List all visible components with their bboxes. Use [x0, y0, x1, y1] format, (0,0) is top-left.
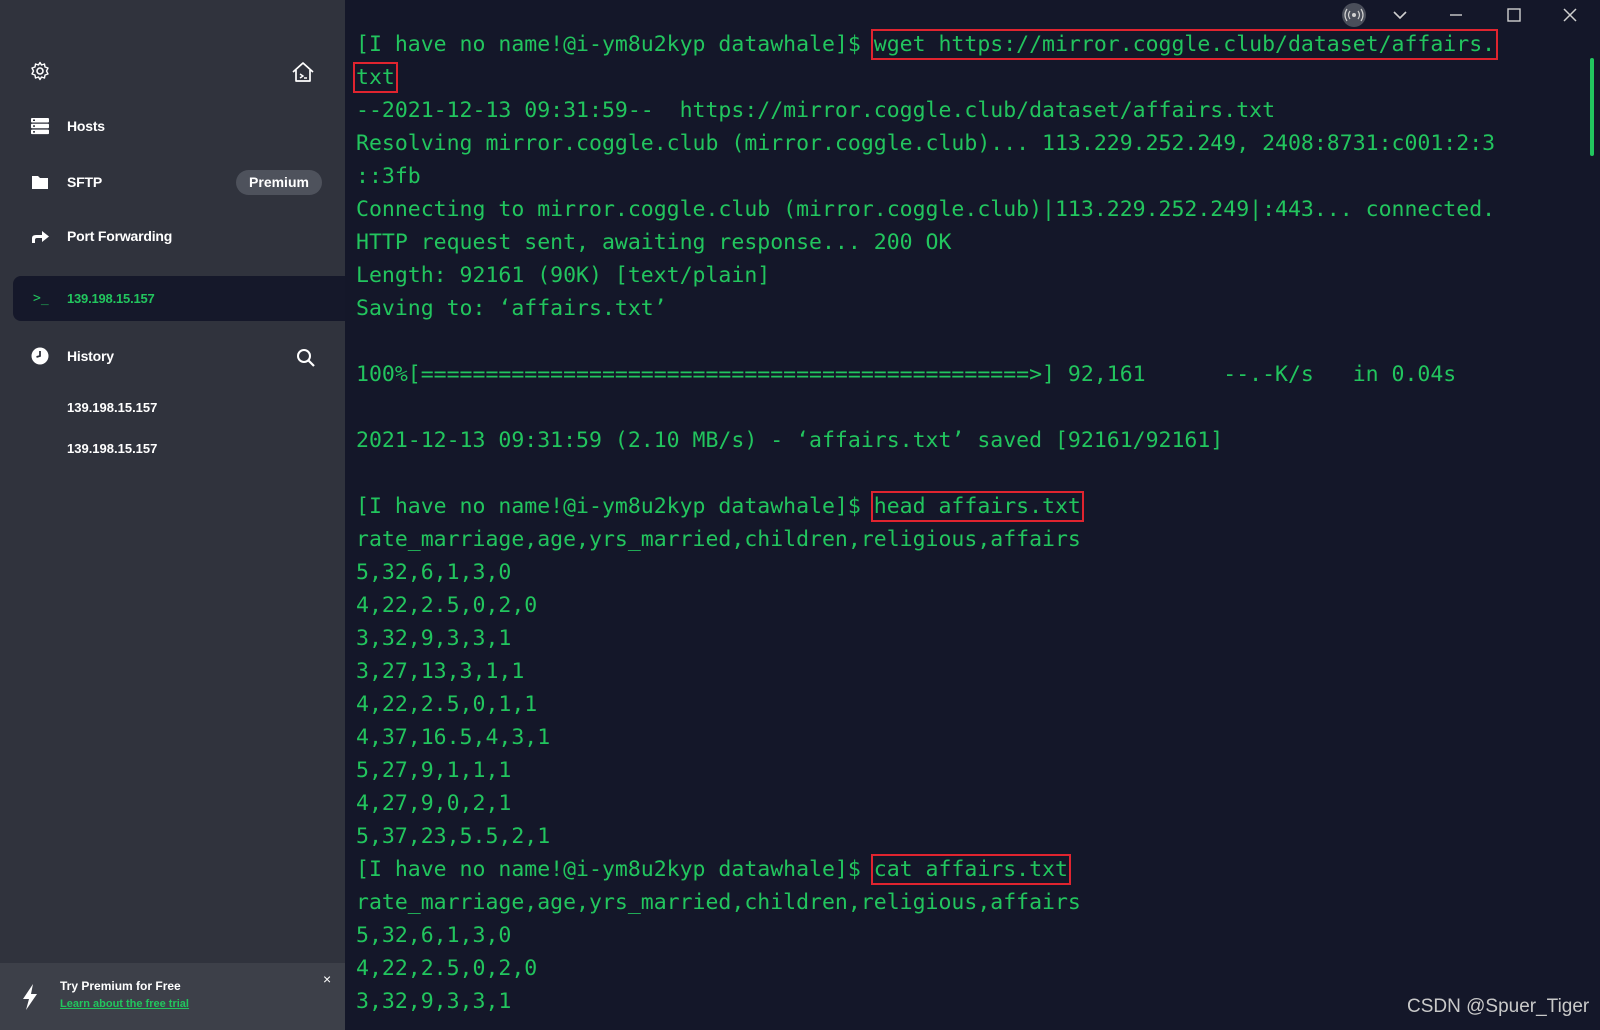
terminal-line: Resolving mirror.coggle.club (mirror.cog…: [356, 127, 1495, 160]
terminal-text: rate_marriage,age,yrs_married,children,r…: [356, 890, 1081, 915]
home-icon[interactable]: [291, 61, 315, 83]
terminal-text: [I have no name!@i-ym8u2kyp datawhale]$: [356, 857, 874, 882]
terminal-text: 5,27,9,1,1,1: [356, 758, 512, 783]
terminal-line: 5,37,23,5.5,2,1: [356, 820, 1495, 853]
terminal-line: 5,32,6,1,3,0: [356, 919, 1495, 952]
terminal-line: 100%[===================================…: [356, 358, 1495, 391]
hosts-icon: [31, 118, 49, 135]
terminal-text: rate_marriage,age,yrs_married,children,r…: [356, 527, 1081, 552]
terminal-line: 4,27,9,0,2,1: [356, 787, 1495, 820]
lightning-icon: [23, 984, 37, 1010]
terminal-line: 4,22,2.5,0,2,0: [356, 952, 1495, 985]
terminal-text: 5,32,6,1,3,0: [356, 923, 512, 948]
terminal-line: rate_marriage,age,yrs_married,children,r…: [356, 523, 1495, 556]
terminal-line: 3,32,9,3,3,1: [356, 622, 1495, 655]
terminal-line: [I have no name!@i-ym8u2kyp datawhale]$ …: [356, 490, 1495, 523]
clock-icon: [31, 347, 49, 365]
close-icon[interactable]: [1550, 2, 1590, 28]
terminal-text: Resolving mirror.coggle.club (mirror.cog…: [356, 131, 1496, 156]
folder-icon: [32, 176, 48, 189]
terminal-line: [I have no name!@i-ym8u2kyp datawhale]$ …: [356, 28, 1499, 61]
port-forwarding-icon: [32, 231, 49, 243]
terminal-line: Length: 92161 (90K) [text/plain]: [356, 259, 1495, 292]
terminal-text: 3,27,13,3,1,1: [356, 659, 525, 684]
gear-icon[interactable]: [30, 61, 50, 81]
highlighted-command: txt: [353, 62, 398, 93]
terminal-pane[interactable]: [I have no name!@i-ym8u2kyp datawhale]$ …: [345, 0, 1600, 1030]
terminal-text: --2021-12-13 09:31:59-- https://mirror.c…: [356, 98, 1276, 123]
terminal-line: HTTP request sent, awaiting response... …: [356, 226, 1495, 259]
sidebar: Hosts SFTP Premium Port Forwarding >_ 13…: [0, 0, 345, 1030]
terminal-line: 2021-12-13 09:31:59 (2.10 MB/s) - ‘affai…: [356, 424, 1495, 457]
highlighted-command: cat affairs.txt: [870, 854, 1071, 885]
terminal-output: [I have no name!@i-ym8u2kyp datawhale]$ …: [353, 28, 1499, 1018]
maximize-icon[interactable]: [1494, 2, 1534, 28]
terminal-text: 4,37,16.5,4,3,1: [356, 725, 551, 750]
terminal-icon: >_: [33, 291, 49, 306]
terminal-text: Connecting to mirror.coggle.club (mirror…: [356, 197, 1496, 222]
terminal-line: 5,32,6,1,3,0: [356, 556, 1495, 589]
terminal-text: 4,27,9,0,2,1: [356, 791, 512, 816]
history-item[interactable]: 139.198.15.157: [67, 400, 157, 415]
terminal-text: [I have no name!@i-ym8u2kyp datawhale]$: [356, 494, 874, 519]
terminal-text: 2021-12-13 09:31:59 (2.10 MB/s) - ‘affai…: [356, 428, 1224, 453]
promo-title: Try Premium for Free: [60, 979, 181, 993]
terminal-text: 100%[===================================…: [356, 362, 1457, 387]
terminal-line: 3,27,13,3,1,1: [356, 655, 1495, 688]
terminal-text: 4,22,2.5,0,2,0: [356, 593, 538, 618]
terminal-line: --2021-12-13 09:31:59-- https://mirror.c…: [356, 94, 1495, 127]
terminal-text: Length: 92161 (90K) [text/plain]: [356, 263, 771, 288]
terminal-line: rate_marriage,age,yrs_married,children,r…: [356, 886, 1495, 919]
nav-port-forwarding[interactable]: Port Forwarding: [0, 216, 345, 256]
terminal-line: 3,32,9,3,3,1: [356, 985, 1495, 1018]
premium-badge[interactable]: Premium: [236, 170, 322, 195]
terminal-text: 5,37,23,5.5,2,1: [356, 824, 551, 849]
broadcast-icon[interactable]: [1334, 2, 1374, 28]
active-session-label: 139.198.15.157: [67, 291, 155, 306]
promo-link[interactable]: Learn about the free trial: [60, 998, 189, 1010]
terminal-text: 3,32,9,3,3,1: [356, 989, 512, 1014]
active-session-tab[interactable]: >_ 139.198.15.157: [13, 276, 345, 321]
terminal-line: 5,27,9,1,1,1: [356, 754, 1495, 787]
terminal-text: Saving to: ‘affairs.txt’: [356, 296, 667, 321]
watermark: CSDN @Spuer_Tiger: [1407, 996, 1590, 1017]
nav-port-forwarding-label: Port Forwarding: [67, 228, 173, 244]
terminal-text: HTTP request sent, awaiting response... …: [356, 230, 952, 255]
terminal-line: txt: [353, 61, 1495, 94]
terminal-text: 4,22,2.5,0,1,1: [356, 692, 538, 717]
terminal-line: Saving to: ‘affairs.txt’: [356, 292, 1495, 325]
terminal-text: ::3fb: [356, 164, 421, 189]
history-item[interactable]: 139.198.15.157: [67, 441, 157, 456]
nav-hosts-label: Hosts: [67, 118, 105, 134]
highlighted-command: head affairs.txt: [870, 491, 1084, 522]
nav-hosts[interactable]: Hosts: [0, 106, 345, 146]
history-title: History: [67, 348, 114, 364]
terminal-scrollbar[interactable]: [1590, 58, 1594, 156]
terminal-line: 4,22,2.5,0,2,0: [356, 589, 1495, 622]
terminal-line: Connecting to mirror.coggle.club (mirror…: [356, 193, 1495, 226]
highlighted-command: wget https://mirror.coggle.club/dataset/…: [870, 29, 1499, 60]
terminal-line: 4,22,2.5,0,1,1: [356, 688, 1495, 721]
terminal-text: 5,32,6,1,3,0: [356, 560, 512, 585]
terminal-line: 4,37,16.5,4,3,1: [356, 721, 1495, 754]
terminal-line: ::3fb: [356, 160, 1495, 193]
terminal-text: 4,22,2.5,0,2,0: [356, 956, 538, 981]
terminal-text: [I have no name!@i-ym8u2kyp datawhale]$: [356, 32, 874, 57]
search-icon[interactable]: [296, 348, 316, 368]
history-header[interactable]: History: [0, 336, 345, 376]
terminal-line: [I have no name!@i-ym8u2kyp datawhale]$ …: [356, 853, 1495, 886]
terminal-text: 3,32,9,3,3,1: [356, 626, 512, 651]
nav-sftp-label: SFTP: [67, 174, 102, 190]
premium-promo: Try Premium for Free Learn about the fre…: [0, 963, 345, 1030]
minimize-icon[interactable]: [1436, 2, 1476, 28]
chevron-down-icon[interactable]: [1380, 2, 1420, 28]
promo-close-button[interactable]: ×: [323, 971, 331, 987]
